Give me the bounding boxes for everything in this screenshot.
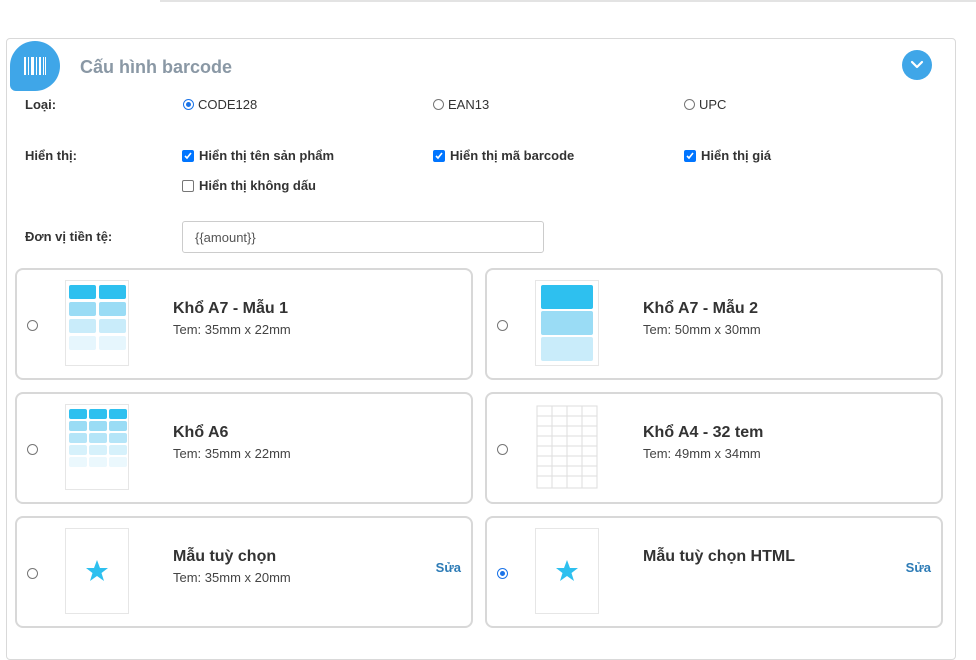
- display-option-label: Hiển thị giá: [701, 148, 772, 163]
- template-radio[interactable]: [27, 320, 38, 331]
- type-label: Loại:: [25, 97, 57, 112]
- template-card-custom-html[interactable]: Mẫu tuỳ chọn HTML Sửa: [485, 516, 943, 628]
- template-thumbnail: [535, 404, 599, 490]
- template-size: Tem: 35mm x 22mm: [173, 322, 291, 337]
- edit-link[interactable]: Sửa: [436, 560, 461, 575]
- star-icon: [86, 560, 108, 581]
- checkbox-no-accent[interactable]: [182, 179, 194, 192]
- template-card-a7-1[interactable]: Khổ A7 - Mẫu 1 Tem: 35mm x 22mm: [15, 268, 473, 380]
- template-thumbnail: [535, 528, 599, 614]
- chevron-down-icon: [910, 60, 924, 69]
- template-size: Tem: 49mm x 34mm: [643, 446, 761, 461]
- edit-link[interactable]: Sửa: [906, 560, 931, 575]
- template-size: Tem: 50mm x 30mm: [643, 322, 761, 337]
- type-option-upc[interactable]: UPC: [684, 97, 726, 112]
- currency-input[interactable]: {{amount}}: [182, 221, 544, 253]
- display-option-product-name[interactable]: Hiển thị tên sản phẩm: [182, 148, 334, 163]
- template-title: Khổ A4 - 32 tem: [643, 424, 764, 441]
- display-option-label: Hiển thị tên sản phẩm: [199, 148, 335, 163]
- currency-input-value: {{amount}}: [195, 229, 256, 245]
- collapse-button[interactable]: [902, 50, 932, 80]
- currency-label: Đơn vị tiền tệ:: [25, 229, 113, 244]
- panel-title: Cấu hình barcode: [80, 57, 233, 77]
- type-option-label: UPC: [699, 97, 727, 112]
- grid-thumbnail: [536, 405, 598, 489]
- type-option-code128[interactable]: CODE128: [183, 97, 257, 112]
- type-option-ean13[interactable]: EAN13: [433, 97, 489, 112]
- display-label: Hiển thị:: [25, 148, 77, 163]
- display-option-label: Hiển thị mã barcode: [450, 148, 575, 163]
- star-icon: [556, 560, 578, 581]
- display-option-price[interactable]: Hiển thị giá: [684, 148, 771, 163]
- type-radio-upc[interactable]: [684, 99, 695, 110]
- display-option-label: Hiển thị không dấu: [199, 178, 316, 193]
- template-radio[interactable]: [27, 444, 38, 455]
- template-card-a7-2[interactable]: Khổ A7 - Mẫu 2 Tem: 50mm x 30mm: [485, 268, 943, 380]
- checkbox-product-name[interactable]: [182, 149, 194, 162]
- type-radio-code128[interactable]: [183, 99, 194, 110]
- barcode-icon: [24, 57, 46, 75]
- display-option-no-accent[interactable]: Hiển thị không dấu: [182, 178, 316, 193]
- checkbox-barcode[interactable]: [433, 149, 445, 162]
- template-radio[interactable]: [497, 568, 508, 579]
- display-option-barcode[interactable]: Hiển thị mã barcode: [433, 148, 574, 163]
- template-title: Mẫu tuỳ chọn: [173, 548, 277, 565]
- template-radio[interactable]: [497, 320, 508, 331]
- checkbox-price[interactable]: [684, 149, 696, 162]
- type-option-label: CODE128: [198, 97, 258, 112]
- template-radio[interactable]: [497, 444, 508, 455]
- template-card-custom[interactable]: Mẫu tuỳ chọn Tem: 35mm x 20mm Sửa: [15, 516, 473, 628]
- template-thumbnail: [65, 404, 129, 490]
- type-radio-ean13[interactable]: [433, 99, 444, 110]
- template-size: Tem: 35mm x 22mm: [173, 446, 291, 461]
- top-divider: [160, 0, 976, 2]
- barcode-badge: [10, 41, 60, 91]
- template-thumbnail: [65, 528, 129, 614]
- template-size: Tem: 35mm x 20mm: [173, 570, 291, 585]
- template-title: Khổ A7 - Mẫu 2: [643, 300, 758, 317]
- template-thumbnail: [535, 280, 599, 366]
- type-option-label: EAN13: [448, 97, 490, 112]
- template-card-a6[interactable]: Khổ A6 Tem: 35mm x 22mm: [15, 392, 473, 504]
- template-title: Khổ A6: [173, 424, 229, 441]
- template-thumbnail: [65, 280, 129, 366]
- template-card-a4-32[interactable]: Khổ A4 - 32 tem Tem: 49mm x 34mm: [485, 392, 943, 504]
- template-title: Khổ A7 - Mẫu 1: [173, 300, 288, 317]
- template-title: Mẫu tuỳ chọn HTML: [643, 548, 795, 565]
- template-radio[interactable]: [27, 568, 38, 579]
